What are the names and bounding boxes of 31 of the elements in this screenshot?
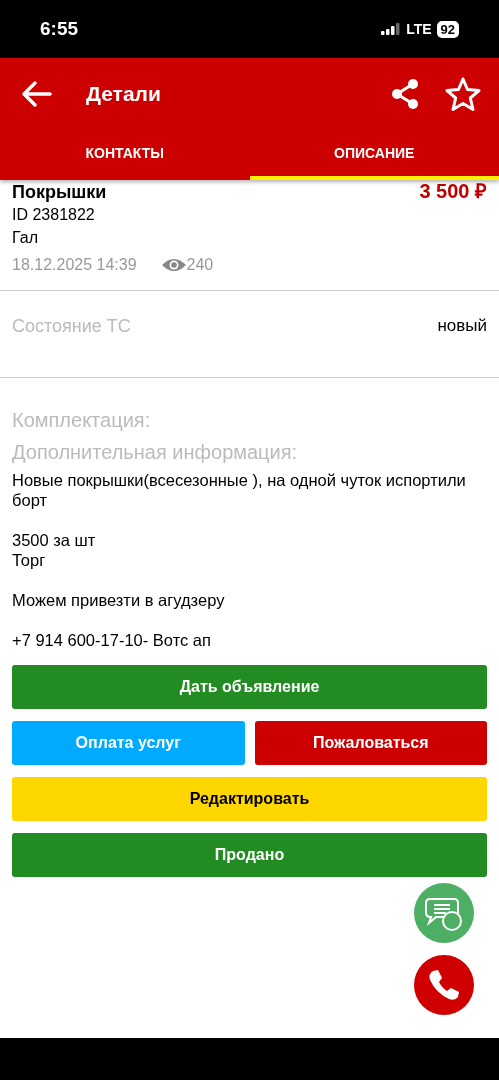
battery-indicator: 92	[436, 20, 459, 38]
eye-icon	[160, 257, 187, 273]
network-label: LTE	[406, 21, 432, 37]
listing-id: ID 2381822	[12, 206, 96, 224]
star-icon[interactable]	[445, 77, 481, 111]
listing-title: Покрышки	[12, 182, 107, 203]
chat-bubble-icon[interactable]	[414, 883, 474, 943]
action-button[interactable]: Пожаловаться	[254, 721, 487, 765]
description-paragraph: Можем привезти в агудзеру	[12, 590, 226, 610]
screen-title: Детали	[86, 82, 162, 106]
tab[interactable]: КОНТАКТЫ	[0, 130, 250, 180]
action-button[interactable]: Редактировать	[12, 777, 487, 821]
listing-date: 18.12.2025 14:39	[12, 256, 137, 274]
signal-icon	[381, 23, 402, 35]
description-paragraph: +7 914 600-17-10- Вотс ап	[12, 630, 212, 650]
spec-label: Состояние ТС	[12, 315, 131, 337]
tab[interactable]: ОПИСАНИЕ	[249, 130, 499, 180]
status-time: 6:55	[40, 18, 79, 40]
view-count: 240	[186, 256, 214, 274]
phone-icon[interactable]	[414, 955, 474, 1015]
section-label: Дополнительная информация:	[12, 440, 299, 465]
spec-value: новый	[437, 316, 487, 336]
back-arrow-icon[interactable]	[20, 80, 52, 108]
action-button[interactable]: Продано	[12, 833, 487, 877]
listing-price: 3 500 ₽	[419, 179, 487, 204]
share-icon[interactable]	[391, 78, 419, 110]
description-paragraph: Новые покрышки(всесезонные ), на одной чуток испортили борт	[12, 470, 467, 510]
section-label: Комплектация:	[12, 408, 152, 433]
action-button[interactable]: Дать объявление	[12, 665, 487, 709]
description-paragraph: 3500 за шт Торг	[12, 530, 97, 570]
listing-location: Гал	[12, 229, 39, 247]
